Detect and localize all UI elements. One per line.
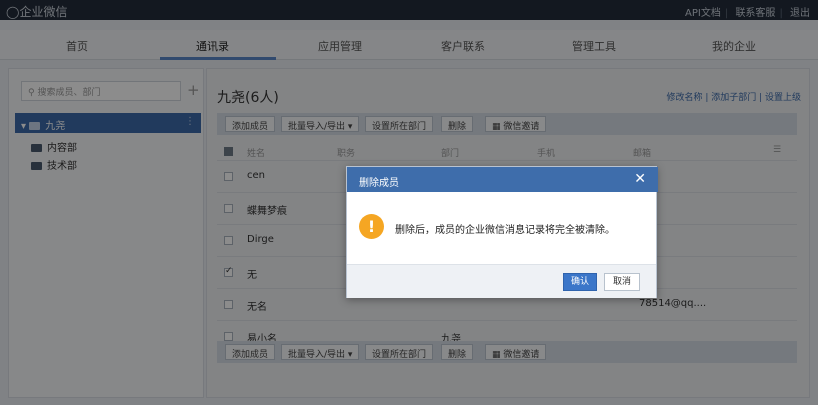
warning-icon: ! — [359, 214, 384, 239]
cancel-button[interactable]: 取消 — [604, 273, 640, 291]
delete-member-dialog: 删除成员 ✕ ! 删除后，成员的企业微信消息记录将完全被清除。 确认 取消 — [346, 166, 658, 298]
confirm-button[interactable]: 确认 — [563, 273, 597, 291]
dialog-footer: 确认 取消 — [347, 264, 656, 298]
close-icon[interactable]: ✕ — [634, 171, 646, 187]
dialog-header: 删除成员 — [347, 167, 658, 192]
dialog-title: 删除成员 — [359, 178, 399, 189]
dialog-message: 删除后，成员的企业微信消息记录将完全被清除。 — [395, 225, 615, 236]
